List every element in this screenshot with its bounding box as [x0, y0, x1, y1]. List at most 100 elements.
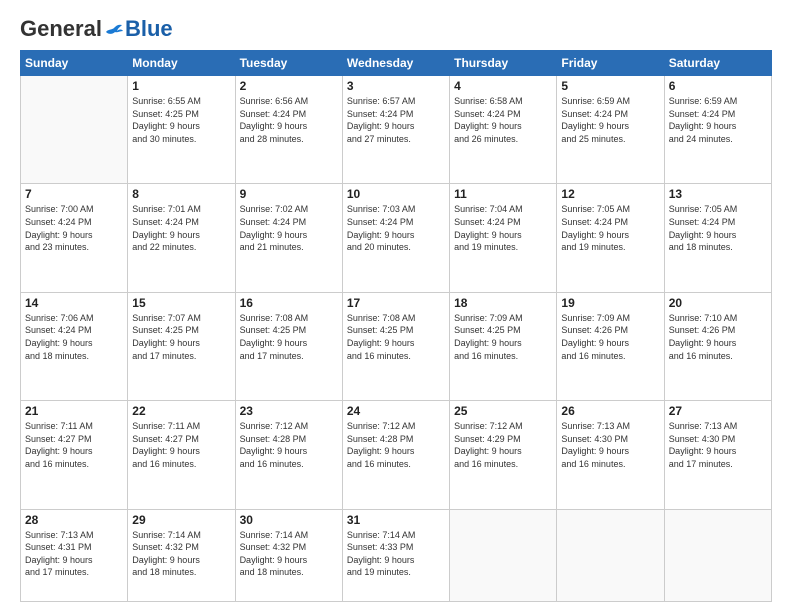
table-row: 13 Sunrise: 7:05 AM Sunset: 4:24 PM Dayli… [664, 184, 771, 292]
day-info: Sunrise: 7:03 AM Sunset: 4:24 PM Dayligh… [347, 203, 445, 253]
calendar-week-row: 7 Sunrise: 7:00 AM Sunset: 4:24 PM Daylig… [21, 184, 772, 292]
day-info: Sunrise: 7:11 AM Sunset: 4:27 PM Dayligh… [132, 420, 230, 470]
table-row: 16Sunrise: 7:08 AM Sunset: 4:25 PM Dayli… [235, 292, 342, 400]
table-row: 9 Sunrise: 7:02 AM Sunset: 4:24 PM Daylig… [235, 184, 342, 292]
table-row: 2 Sunrise: 6:56 AM Sunset: 4:24 PM Daylig… [235, 76, 342, 184]
table-row: 24 Sunrise: 7:12 AM Sunset: 4:28 PM Dayli… [342, 401, 449, 509]
day-info: Sunrise: 6:59 AM Sunset: 4:24 PM Dayligh… [669, 95, 767, 145]
table-row: 7 Sunrise: 7:00 AM Sunset: 4:24 PM Daylig… [21, 184, 128, 292]
day-info: Sunrise: 7:05 AM Sunset: 4:24 PM Dayligh… [561, 203, 659, 253]
day-number: 25 [454, 404, 552, 418]
day-number: 4 [454, 79, 552, 93]
table-row [664, 509, 771, 601]
day-info: Sunrise: 7:02 AM Sunset: 4:24 PM Dayligh… [240, 203, 338, 253]
day-info: Sunrise: 6:59 AM Sunset: 4:24 PM Dayligh… [561, 95, 659, 145]
table-row: 4 Sunrise: 6:58 AM Sunset: 4:24 PM Daylig… [450, 76, 557, 184]
day-number: 11 [454, 187, 552, 201]
table-row: 31 Sunrise: 7:14 AM Sunset: 4:33 PM Dayli… [342, 509, 449, 601]
table-row: 23Sunrise: 7:12 AM Sunset: 4:28 PM Dayli… [235, 401, 342, 509]
day-number: 7 [25, 187, 123, 201]
day-info: Sunrise: 7:13 AM Sunset: 4:30 PM Dayligh… [561, 420, 659, 470]
table-row: 27 Sunrise: 7:13 AM Sunset: 4:30 PM Dayli… [664, 401, 771, 509]
day-info: Sunrise: 7:08 AM Sunset: 4:25 PM Dayligh… [347, 312, 445, 362]
table-row: 14 Sunrise: 7:06 AM Sunset: 4:24 PM Dayli… [21, 292, 128, 400]
table-row: 19Sunrise: 7:09 AM Sunset: 4:26 PM Dayli… [557, 292, 664, 400]
day-number: 27 [669, 404, 767, 418]
day-info: Sunrise: 7:08 AM Sunset: 4:25 PM Dayligh… [240, 312, 338, 362]
table-row: 8 Sunrise: 7:01 AM Sunset: 4:24 PM Daylig… [128, 184, 235, 292]
logo-bird-icon [103, 22, 125, 36]
table-row: 5 Sunrise: 6:59 AM Sunset: 4:24 PM Daylig… [557, 76, 664, 184]
day-info: Sunrise: 7:11 AM Sunset: 4:27 PM Dayligh… [25, 420, 123, 470]
day-number: 24 [347, 404, 445, 418]
day-number: 31 [347, 513, 445, 527]
day-info: Sunrise: 7:13 AM Sunset: 4:30 PM Dayligh… [669, 420, 767, 470]
day-info: Sunrise: 7:14 AM Sunset: 4:32 PM Dayligh… [132, 529, 230, 579]
header-wednesday: Wednesday [342, 51, 449, 76]
day-number: 8 [132, 187, 230, 201]
header: GeneralBlue [20, 18, 772, 40]
day-number: 1 [132, 79, 230, 93]
table-row [21, 76, 128, 184]
calendar-week-row: 14 Sunrise: 7:06 AM Sunset: 4:24 PM Dayli… [21, 292, 772, 400]
table-row: 20 Sunrise: 7:10 AM Sunset: 4:26 PM Dayli… [664, 292, 771, 400]
table-row: 11 Sunrise: 7:04 AM Sunset: 4:24 PM Dayli… [450, 184, 557, 292]
day-number: 20 [669, 296, 767, 310]
calendar-page: GeneralBlue Sunday Monday Tuesday Wednes… [0, 0, 792, 612]
day-info: Sunrise: 6:55 AM Sunset: 4:25 PM Dayligh… [132, 95, 230, 145]
calendar-table: Sunday Monday Tuesday Wednesday Thursday… [20, 50, 772, 602]
day-number: 29 [132, 513, 230, 527]
table-row: 22Sunrise: 7:11 AM Sunset: 4:27 PM Dayli… [128, 401, 235, 509]
calendar-week-row: 28 Sunrise: 7:13 AM Sunset: 4:31 PM Dayli… [21, 509, 772, 601]
day-number: 9 [240, 187, 338, 201]
day-info: Sunrise: 7:05 AM Sunset: 4:24 PM Dayligh… [669, 203, 767, 253]
day-number: 26 [561, 404, 659, 418]
header-tuesday: Tuesday [235, 51, 342, 76]
day-info: Sunrise: 7:00 AM Sunset: 4:24 PM Dayligh… [25, 203, 123, 253]
day-number: 19 [561, 296, 659, 310]
table-row: 1 Sunrise: 6:55 AM Sunset: 4:25 PM Daylig… [128, 76, 235, 184]
day-number: 10 [347, 187, 445, 201]
day-info: Sunrise: 7:07 AM Sunset: 4:25 PM Dayligh… [132, 312, 230, 362]
header-saturday: Saturday [664, 51, 771, 76]
day-info: Sunrise: 7:01 AM Sunset: 4:24 PM Dayligh… [132, 203, 230, 253]
table-row: 28 Sunrise: 7:13 AM Sunset: 4:31 PM Dayli… [21, 509, 128, 601]
day-number: 12 [561, 187, 659, 201]
day-number: 5 [561, 79, 659, 93]
day-number: 14 [25, 296, 123, 310]
day-info: Sunrise: 6:56 AM Sunset: 4:24 PM Dayligh… [240, 95, 338, 145]
table-row [557, 509, 664, 601]
table-row: 30 Sunrise: 7:14 AM Sunset: 4:32 PM Dayli… [235, 509, 342, 601]
day-number: 15 [132, 296, 230, 310]
logo-text: GeneralBlue [20, 18, 173, 40]
day-info: Sunrise: 7:04 AM Sunset: 4:24 PM Dayligh… [454, 203, 552, 253]
day-number: 18 [454, 296, 552, 310]
table-row: 21Sunrise: 7:11 AM Sunset: 4:27 PM Dayli… [21, 401, 128, 509]
day-info: Sunrise: 7:14 AM Sunset: 4:33 PM Dayligh… [347, 529, 445, 579]
day-info: Sunrise: 7:06 AM Sunset: 4:24 PM Dayligh… [25, 312, 123, 362]
day-number: 28 [25, 513, 123, 527]
table-row: 26 Sunrise: 7:13 AM Sunset: 4:30 PM Dayli… [557, 401, 664, 509]
table-row: 3Sunrise: 6:57 AM Sunset: 4:24 PM Daylig… [342, 76, 449, 184]
table-row: 10 Sunrise: 7:03 AM Sunset: 4:24 PM Dayli… [342, 184, 449, 292]
logo-general: General [20, 18, 102, 40]
day-info: Sunrise: 7:12 AM Sunset: 4:28 PM Dayligh… [347, 420, 445, 470]
day-info: Sunrise: 7:14 AM Sunset: 4:32 PM Dayligh… [240, 529, 338, 579]
day-number: 23 [240, 404, 338, 418]
day-number: 30 [240, 513, 338, 527]
day-number: 2 [240, 79, 338, 93]
day-number: 13 [669, 187, 767, 201]
logo: GeneralBlue [20, 18, 173, 40]
header-friday: Friday [557, 51, 664, 76]
header-sunday: Sunday [21, 51, 128, 76]
table-row: 18Sunrise: 7:09 AM Sunset: 4:25 PM Dayli… [450, 292, 557, 400]
calendar-header-row: Sunday Monday Tuesday Wednesday Thursday… [21, 51, 772, 76]
table-row: 15 Sunrise: 7:07 AM Sunset: 4:25 PM Dayli… [128, 292, 235, 400]
table-row: 12 Sunrise: 7:05 AM Sunset: 4:24 PM Dayli… [557, 184, 664, 292]
day-number: 6 [669, 79, 767, 93]
day-info: Sunrise: 7:13 AM Sunset: 4:31 PM Dayligh… [25, 529, 123, 579]
table-row: 29 Sunrise: 7:14 AM Sunset: 4:32 PM Dayli… [128, 509, 235, 601]
day-info: Sunrise: 7:10 AM Sunset: 4:26 PM Dayligh… [669, 312, 767, 362]
day-info: Sunrise: 6:58 AM Sunset: 4:24 PM Dayligh… [454, 95, 552, 145]
header-thursday: Thursday [450, 51, 557, 76]
